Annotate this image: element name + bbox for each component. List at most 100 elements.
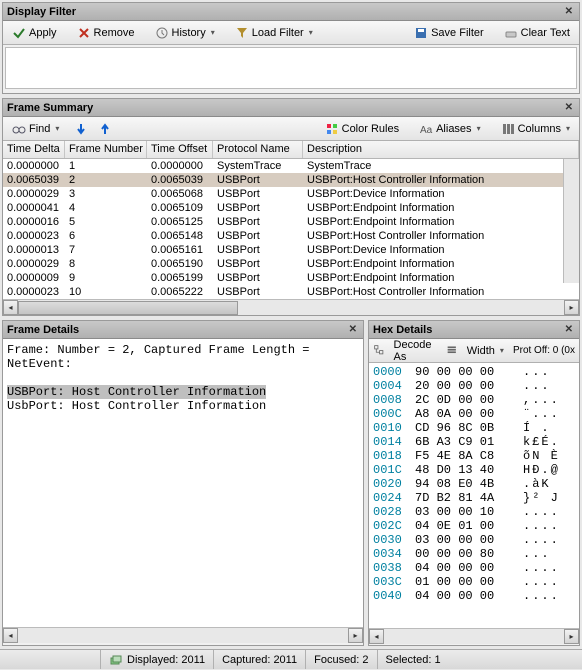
- hex-row[interactable]: 0018 F5 4E 8A C8 õN È: [373, 449, 575, 463]
- details-line: Frame: Number = 2, Captured Frame Length…: [7, 343, 309, 357]
- table-row[interactable]: 0.0000023100.0065222USBPortUSBPort:Host …: [3, 285, 579, 299]
- close-icon[interactable]: ✕: [563, 3, 575, 21]
- horizontal-scrollbar[interactable]: ◂ ▸: [369, 628, 579, 644]
- status-displayed: Displayed: 2011: [127, 654, 205, 666]
- clear-text-label: Clear Text: [521, 27, 570, 39]
- chevron-down-icon: ▾: [309, 28, 313, 37]
- hex-row[interactable]: 0040 04 00 00 00 ....: [373, 589, 575, 603]
- hex-row[interactable]: 002C 04 0E 01 00 ....: [373, 519, 575, 533]
- hex-row[interactable]: 0008 2C 0D 00 00 ,...: [373, 393, 575, 407]
- color-icon: [325, 122, 339, 136]
- details-line: UsbPort: Host Controller Information: [7, 399, 266, 413]
- clock-icon: [155, 26, 169, 40]
- col-frame-number[interactable]: Frame Number: [65, 141, 147, 158]
- table-row[interactable]: 0.006503920.0065039USBPortUSBPort:Host C…: [3, 173, 579, 187]
- hex-row[interactable]: 0028 03 00 00 10 ....: [373, 505, 575, 519]
- hex-row[interactable]: 0038 04 00 00 00 ....: [373, 561, 575, 575]
- close-icon[interactable]: ✕: [347, 321, 359, 339]
- scroll-left-icon[interactable]: ◂: [3, 628, 18, 643]
- load-filter-button[interactable]: Load Filter ▾: [230, 24, 318, 42]
- summary-header: Time Delta Frame Number Time Offset Prot…: [3, 141, 579, 159]
- col-description[interactable]: Description: [303, 141, 579, 158]
- scroll-right-icon[interactable]: ▸: [564, 300, 579, 315]
- filter-title: Display Filter: [7, 3, 76, 21]
- table-row[interactable]: 0.000001370.0065161USBPortUSBPort:Device…: [3, 243, 579, 257]
- width-button[interactable]: Width ▾: [462, 343, 509, 359]
- arrow-down-icon[interactable]: [74, 122, 88, 136]
- hex-row[interactable]: 003C 01 00 00 00 ....: [373, 575, 575, 589]
- columns-icon: [446, 344, 458, 358]
- hex-row[interactable]: 0000 90 00 00 00 ...: [373, 365, 575, 379]
- filter-textarea[interactable]: [5, 47, 577, 89]
- remove-label: Remove: [94, 27, 135, 39]
- horizontal-scrollbar[interactable]: ◂ ▸: [3, 299, 579, 315]
- status-selected: Selected: 1: [386, 654, 441, 666]
- apply-label: Apply: [29, 27, 57, 39]
- binoculars-icon: [12, 122, 26, 136]
- table-row[interactable]: 0.000002360.0065148USBPortUSBPort:Host C…: [3, 229, 579, 243]
- status-captured: Captured: 2011: [222, 654, 297, 666]
- disk-icon: [414, 26, 428, 40]
- eraser-icon: [504, 26, 518, 40]
- color-rules-label: Color Rules: [342, 123, 399, 135]
- details-line-selected[interactable]: USBPort: Host Controller Information: [7, 385, 266, 399]
- hex-row[interactable]: 001C 48 D0 13 40 HÐ.@: [373, 463, 575, 477]
- horizontal-scrollbar[interactable]: ◂ ▸: [3, 627, 363, 643]
- history-button[interactable]: History ▾: [150, 24, 220, 42]
- summary-title: Frame Summary: [7, 99, 93, 117]
- history-label: History: [172, 27, 206, 39]
- scroll-right-icon[interactable]: ▸: [564, 629, 579, 644]
- status-focused: Focused: 2: [314, 654, 368, 666]
- chevron-down-icon: ▾: [566, 124, 570, 133]
- close-icon[interactable]: ✕: [563, 99, 575, 117]
- scroll-left-icon[interactable]: ◂: [3, 300, 18, 315]
- table-row[interactable]: 0.000000990.0065199USBPortUSBPort:Endpoi…: [3, 271, 579, 285]
- width-label: Width: [467, 345, 495, 357]
- hex-row[interactable]: 0020 94 08 E0 4B .àK: [373, 477, 575, 491]
- apply-button[interactable]: Apply: [7, 24, 62, 42]
- col-time-delta[interactable]: Time Delta: [3, 141, 65, 158]
- clear-text-button[interactable]: Clear Text: [499, 24, 575, 42]
- chevron-down-icon: ▾: [211, 28, 215, 37]
- close-icon[interactable]: ✕: [563, 321, 575, 339]
- save-filter-button[interactable]: Save Filter: [409, 24, 489, 42]
- hex-row[interactable]: 0010 CD 96 8C 0B Í .: [373, 421, 575, 435]
- scroll-right-icon[interactable]: ▸: [348, 628, 363, 643]
- vertical-scrollbar[interactable]: [563, 159, 579, 283]
- columns-icon: [501, 122, 515, 136]
- table-row[interactable]: 0.000004140.0065109USBPortUSBPort:Endpoi…: [3, 201, 579, 215]
- hex-row[interactable]: 0024 7D B2 81 4A }² J: [373, 491, 575, 505]
- hex-row[interactable]: 0014 6B A3 C9 01 k£É.: [373, 435, 575, 449]
- remove-button[interactable]: Remove: [72, 24, 140, 42]
- table-row[interactable]: 0.000000010.0000000SystemTraceSystemTrac…: [3, 159, 579, 173]
- hex-body[interactable]: 0000 90 00 00 00 ...0004 20 00 00 00 ...…: [369, 363, 579, 628]
- decode-as-label: Decode As: [394, 339, 438, 363]
- prot-off-label: Prot Off: 0 (0x: [513, 345, 575, 356]
- hex-row[interactable]: 000C A8 0A 00 00 ¨...: [373, 407, 575, 421]
- tree-icon[interactable]: [373, 344, 385, 358]
- table-row[interactable]: 0.000002980.0065190USBPortUSBPort:Endpoi…: [3, 257, 579, 271]
- details-line: NetEvent:: [7, 357, 72, 371]
- arrow-up-icon[interactable]: [98, 122, 112, 136]
- col-protocol-name[interactable]: Protocol Name: [213, 141, 303, 158]
- col-time-offset[interactable]: Time Offset: [147, 141, 213, 158]
- chevron-down-icon: ▾: [55, 124, 59, 133]
- frame-details-body[interactable]: Frame: Number = 2, Captured Frame Length…: [3, 339, 363, 627]
- table-row[interactable]: 0.000001650.0065125USBPortUSBPort:Endpoi…: [3, 215, 579, 229]
- chevron-down-icon: ▾: [500, 346, 504, 355]
- columns-button[interactable]: Columns ▾: [496, 120, 575, 138]
- stack-icon: [109, 653, 123, 667]
- hex-row[interactable]: 0004 20 00 00 00 ...: [373, 379, 575, 393]
- aliases-label: Aliases: [436, 123, 471, 135]
- scroll-left-icon[interactable]: ◂: [369, 629, 384, 644]
- status-bar: Displayed: 2011 Captured: 2011 Focused: …: [0, 649, 582, 669]
- aliases-button[interactable]: Aa Aliases ▾: [414, 120, 485, 138]
- decode-as-button[interactable]: Decode As: [389, 339, 443, 363]
- color-rules-button[interactable]: Color Rules: [320, 120, 404, 138]
- table-row[interactable]: 0.000002930.0065068USBPortUSBPort:Device…: [3, 187, 579, 201]
- details-title: Frame Details: [7, 321, 79, 339]
- save-filter-label: Save Filter: [431, 27, 484, 39]
- hex-row[interactable]: 0034 00 00 00 80 ...: [373, 547, 575, 561]
- find-button[interactable]: Find ▾: [7, 120, 64, 138]
- hex-row[interactable]: 0030 03 00 00 00 ....: [373, 533, 575, 547]
